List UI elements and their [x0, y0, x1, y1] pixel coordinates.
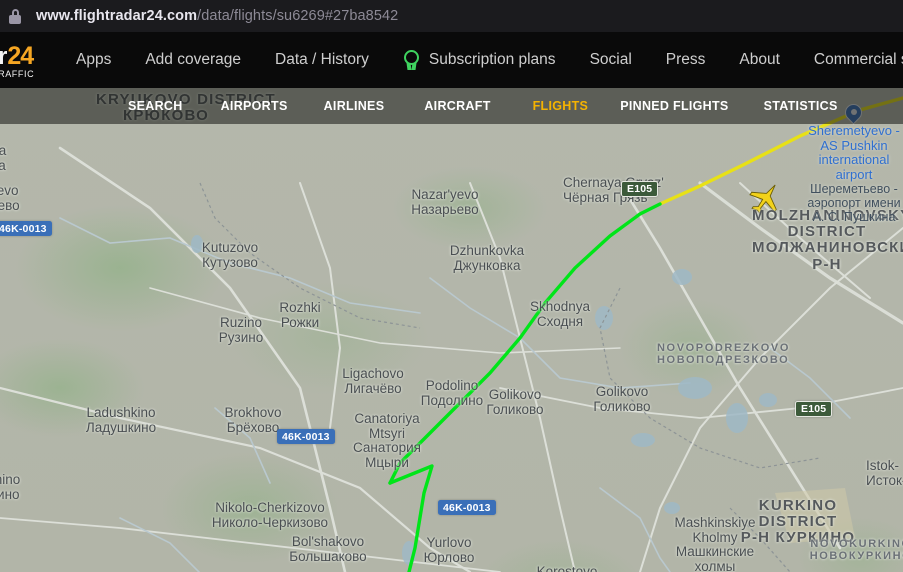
ribbon-icon [403, 50, 420, 70]
nav-item-subscription-plans[interactable]: Subscription plans [403, 50, 556, 70]
flightradar24-logo[interactable]: r 24 TRAFFIC [0, 38, 48, 82]
road-shield-e105-b[interactable]: E105 [795, 401, 833, 417]
secondary-navigation: SEARCH AIRPORTS AIRLINES AIRCRAFT FLIGHT… [0, 88, 903, 124]
tab-pinned-flights[interactable]: PINNED FLIGHTS [620, 99, 728, 113]
logo-letter: r [0, 42, 8, 70]
browser-url-bar[interactable]: www.flightradar24.com/data/flights/su626… [0, 0, 903, 32]
tab-statistics[interactable]: STATISTICS [764, 99, 838, 113]
main-navigation: r 24 TRAFFIC Apps Add coverage Data / Hi… [0, 32, 903, 88]
url-path: /data/flights/su6269#27ba8542 [197, 8, 399, 24]
nav-item-press[interactable]: Press [666, 51, 706, 69]
nav-item-commercial-services[interactable]: Commercial se [814, 51, 903, 69]
road-shield-46k-0013-c[interactable]: 46K-0013 [438, 500, 496, 515]
tab-search[interactable]: SEARCH [128, 99, 183, 113]
lock-icon [8, 8, 22, 24]
tab-flights[interactable]: FLIGHTS [533, 99, 589, 113]
flightradar24-page: www.flightradar24.com/data/flights/su626… [0, 0, 903, 572]
logo-tagline: TRAFFIC [0, 68, 35, 79]
flight-map[interactable]: KRYUKOVO DISTRICT КРЮКОВО MOLZHANINOVSKY… [0, 88, 903, 572]
nav-item-add-coverage[interactable]: Add coverage [145, 51, 241, 69]
nav-item-about[interactable]: About [739, 51, 780, 69]
road-shield-46k-0013-b[interactable]: 46K-0013 [277, 429, 335, 444]
nav-item-subscription-plans-label: Subscription plans [428, 51, 556, 68]
road-shield-e105-a[interactable]: E105 [621, 181, 659, 197]
url-domain: www.flightradar24.com [36, 8, 198, 24]
nav-item-apps[interactable]: Apps [76, 51, 111, 69]
tab-airlines[interactable]: AIRLINES [324, 99, 385, 113]
tab-aircraft[interactable]: AIRCRAFT [424, 99, 490, 113]
tab-airports[interactable]: AIRPORTS [221, 99, 288, 113]
nav-item-data-history[interactable]: Data / History [275, 51, 369, 69]
road-shield-46k-0013-a[interactable]: 46K-0013 [0, 221, 52, 236]
logo-number: 24 [7, 41, 34, 70]
url-text[interactable]: www.flightradar24.com/data/flights/su626… [36, 8, 398, 24]
nav-item-social[interactable]: Social [590, 51, 632, 69]
